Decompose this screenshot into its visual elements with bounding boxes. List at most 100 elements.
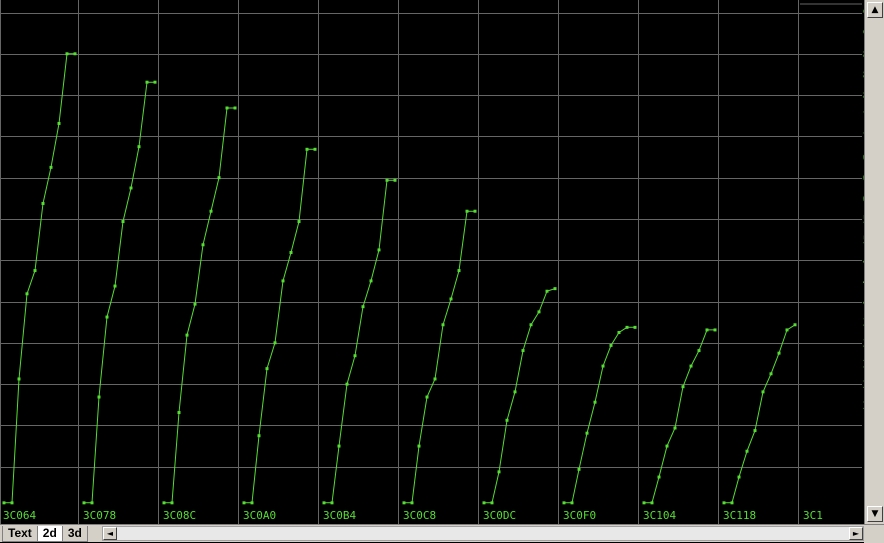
data-point [673,426,677,430]
data-point [369,279,373,283]
data-point [457,269,461,273]
x-tick-label: 3C118 [723,509,756,522]
series-line [324,179,395,504]
tab-2d[interactable]: 2d [36,526,63,542]
data-point [49,165,53,169]
data-point [322,501,326,505]
data-point [65,52,69,56]
data-point [665,444,669,448]
x-tick-label: 3C08C [163,509,196,522]
data-point [345,382,349,386]
scroll-right-button[interactable]: ► [849,527,863,540]
series-line [244,148,315,504]
data-point [529,323,533,327]
data-point [730,501,734,505]
data-point [97,395,101,399]
x-tick-label: 3C078 [83,509,116,522]
x-tick-label: 3C0F0 [563,509,596,522]
data-point [217,176,221,180]
data-point [177,411,181,415]
data-point [545,289,549,293]
arrow-down-icon: ▼ [871,509,879,519]
data-point [585,431,589,435]
x-tick-label: 3C0B4 [323,509,356,522]
data-point [265,367,269,371]
data-point [57,121,61,125]
data-point [417,444,421,448]
data-point [705,328,709,332]
data-point [242,501,246,505]
data-point [793,323,797,327]
series-line [84,81,155,504]
scroll-left-button[interactable]: ◄ [103,527,117,540]
series-line [724,324,796,504]
view-tabs: Text 2d 3d [2,526,88,542]
bottom-bar: Text 2d 3d ◄ ► [0,524,884,543]
data-point [170,501,174,505]
scroll-down-button[interactable]: ▼ [867,506,883,522]
x-tick-label: 3C064 [3,509,36,522]
data-point [562,501,566,505]
data-point [625,325,629,329]
data-point [33,269,37,273]
series-line [164,107,235,504]
x-tick-label: 3C1 [803,509,823,522]
data-point [433,377,437,381]
series-line [404,210,475,504]
data-point [410,501,414,505]
data-point [689,364,693,368]
data-point [473,209,477,213]
data-point [441,323,445,327]
data-point [505,418,509,422]
data-point [377,248,381,252]
series-7 [482,287,557,505]
data-point [722,501,726,505]
vertical-scrollbar[interactable]: ▲ ▼ [864,0,884,524]
horizontal-scrollbar[interactable]: ◄ ► [102,526,864,541]
data-point [657,475,661,479]
data-point [361,305,365,309]
data-point [105,315,109,319]
data-point [201,243,205,247]
x-tick-label: 3C0A0 [243,509,276,522]
tab-text[interactable]: Text [2,526,38,542]
data-point [2,501,6,505]
data-point [90,501,94,505]
data-point [601,364,605,368]
data-point [650,501,654,505]
data-point [129,186,133,190]
data-point [513,390,517,394]
series-9 [642,328,717,505]
data-point [113,284,117,288]
data-point [353,354,357,358]
data-point [25,292,29,296]
data-point [465,209,469,213]
series-3 [162,106,237,505]
series-10 [722,323,797,505]
data-point [289,251,293,255]
series-1 [2,52,77,505]
data-point [449,297,453,301]
data-point [82,501,86,505]
data-point [593,400,597,404]
data-point [497,470,501,474]
data-point [425,395,429,399]
tab-3d[interactable]: 3d [61,526,88,542]
data-point [402,501,406,505]
series-line [644,329,715,504]
data-point [41,201,45,205]
scroll-up-button[interactable]: ▲ [867,2,883,18]
data-point [697,349,701,353]
data-point [17,377,21,381]
data-point [145,80,149,84]
data-point [10,501,14,505]
data-point [193,302,197,306]
data-point [305,147,309,151]
data-point [185,333,189,337]
data-point [745,449,749,453]
data-point [681,385,685,389]
data-point [537,310,541,314]
data-point [313,147,317,151]
arrow-right-icon: ► [852,529,860,538]
data-point [153,80,157,84]
